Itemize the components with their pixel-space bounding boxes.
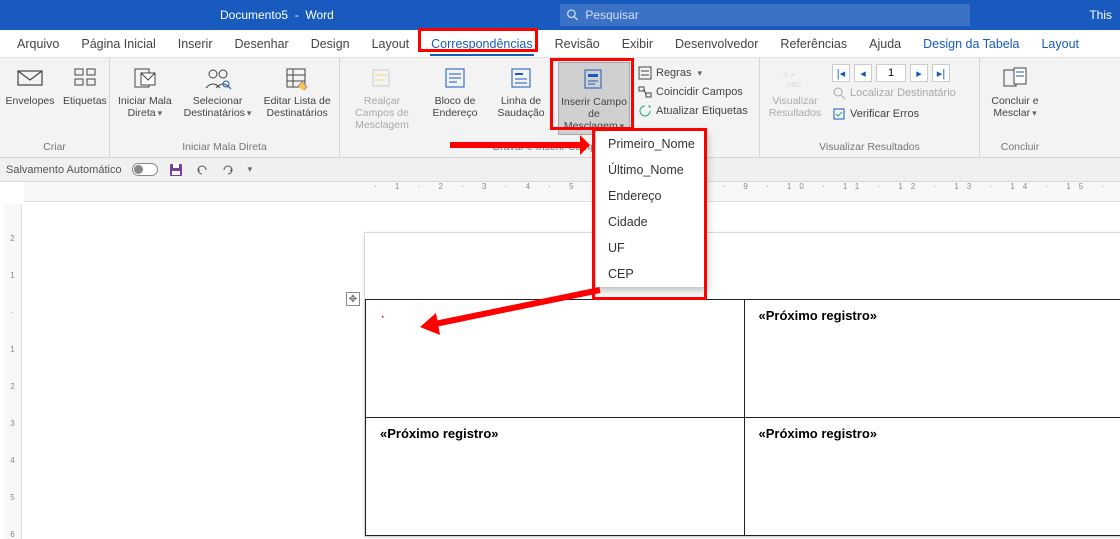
group-label-visualizar: Visualizar Resultados <box>766 141 973 155</box>
table-cell[interactable]: «Próximo registro» <box>744 300 1120 418</box>
tab-design[interactable]: Design <box>302 33 359 55</box>
svg-text:ABC: ABC <box>787 82 801 89</box>
concluir-mesclar-button[interactable]: Concluir e Mesclar▾ <box>986 62 1044 121</box>
tab-exibir[interactable]: Exibir <box>613 33 662 55</box>
redo-icon[interactable] <box>220 162 236 178</box>
insert-merge-field-icon <box>580 65 608 93</box>
ribbon: Envelopes Etiquetas Criar Iniciar Mala D… <box>0 58 1120 158</box>
dropdown-item[interactable]: Último_Nome <box>596 157 704 183</box>
merge-field-dropdown: Primeiro_Nome Último_Nome Endereço Cidad… <box>595 130 705 288</box>
preview-results-icon: « » ABC <box>781 64 809 92</box>
tab-layout[interactable]: Layout <box>363 33 419 55</box>
qat-more-icon[interactable]: ▾ <box>248 164 253 175</box>
record-number-input[interactable] <box>876 64 906 82</box>
search-box[interactable] <box>560 4 970 26</box>
greeting-line-icon <box>507 64 535 92</box>
dropdown-item[interactable]: Primeiro_Nome <box>596 131 704 157</box>
search-icon <box>566 8 579 22</box>
title-right-text: This <box>1089 8 1112 22</box>
horizontal-ruler: · 1 · 2 · 3 · 4 · 5 · 6 · 7 · 8 · 9 · 10… <box>24 182 1120 202</box>
tab-revisao[interactable]: Revisão <box>546 33 609 55</box>
tab-arquivo[interactable]: Arquivo <box>8 33 68 55</box>
dropdown-item[interactable]: CEP <box>596 261 704 287</box>
envelope-icon <box>16 64 44 92</box>
save-icon[interactable] <box>168 162 184 178</box>
address-block-icon <box>441 64 469 92</box>
first-record-button[interactable]: |◂ <box>832 64 850 82</box>
etiquetas-button[interactable]: Etiquetas <box>62 62 108 109</box>
iniciar-mala-direta-button[interactable]: Iniciar Mala Direta▾ <box>116 62 174 121</box>
search-input[interactable] <box>585 8 964 22</box>
atualizar-etiquetas-button[interactable]: Atualizar Etiquetas <box>638 104 748 118</box>
page: · «Próximo registro» «Próximo registro» … <box>364 232 1120 537</box>
recipients-icon <box>204 64 232 92</box>
tab-pagina-inicial[interactable]: Página Inicial <box>72 33 164 55</box>
group-concluir: Concluir e Mesclar▾ Concluir <box>980 58 1060 157</box>
undo-icon[interactable] <box>194 162 210 178</box>
finish-merge-icon <box>1001 64 1029 92</box>
group-visualizar: « » ABC Visualizar Resultados |◂ ◂ ▸ ▸| L… <box>760 58 980 157</box>
autosave-label: Salvamento Automático <box>6 164 122 176</box>
match-fields-icon <box>638 85 652 99</box>
highlight-fields-icon <box>368 64 396 92</box>
labels-table: · «Próximo registro» «Próximo registro» … <box>365 299 1120 536</box>
next-record-button[interactable]: ▸ <box>910 64 928 82</box>
dropdown-item[interactable]: Endereço <box>596 183 704 209</box>
document-title: Documento5 - Word <box>220 8 334 22</box>
tab-design-tabela[interactable]: Design da Tabela <box>914 33 1028 55</box>
table-row: «Próximo registro» «Próximo registro» <box>366 418 1120 536</box>
find-recipient-icon <box>832 86 846 100</box>
rules-icon <box>638 66 652 80</box>
table-row: · «Próximo registro» <box>366 300 1120 418</box>
mail-merge-icon <box>131 64 159 92</box>
editar-lista-destinatarios-button[interactable]: Editar Lista de Destinatários <box>261 62 333 121</box>
autosave-toggle[interactable] <box>132 163 158 176</box>
group-label-iniciar: Iniciar Mala Direta <box>116 141 333 155</box>
group-label-concluir: Concluir <box>986 141 1054 155</box>
vertical-ruler: 21·123456 <box>4 204 22 539</box>
tab-inserir[interactable]: Inserir <box>169 33 222 55</box>
visualizar-resultados-button: « »ABC Visualizar Resultados <box>766 62 824 121</box>
dropdown-item[interactable]: Cidade <box>596 209 704 235</box>
table-move-handle[interactable]: ✥ <box>346 292 360 306</box>
linha-saudacao-button[interactable]: Linha de Saudação <box>492 62 550 121</box>
last-record-button[interactable]: ▸| <box>932 64 950 82</box>
localizar-destinatario-button: Localizar Destinatário <box>832 86 956 100</box>
ribbon-tabs: Arquivo Página Inicial Inserir Desenhar … <box>0 30 1120 58</box>
regras-button[interactable]: Regras▾ <box>638 66 748 80</box>
title-bar: Documento5 - Word This <box>0 0 1120 30</box>
bloco-endereco-button[interactable]: Bloco de Endereço <box>426 62 484 121</box>
labels-icon <box>71 64 99 92</box>
edit-list-icon <box>283 64 311 92</box>
document-area: ✥ · «Próximo registro» «Próximo registro… <box>24 204 1120 539</box>
selecionar-destinatarios-button[interactable]: Selecionar Destinatários▾ <box>182 62 254 121</box>
tab-ajuda[interactable]: Ajuda <box>860 33 910 55</box>
tab-correspondencias[interactable]: Correspondências <box>422 33 541 55</box>
tab-referencias[interactable]: Referências <box>771 33 856 55</box>
coincidir-campos-button[interactable]: Coincidir Campos <box>638 85 748 99</box>
verificar-erros-button[interactable]: Verificar Erros <box>832 107 956 121</box>
tab-desenhar[interactable]: Desenhar <box>225 33 297 55</box>
dropdown-item[interactable]: UF <box>596 235 704 261</box>
tab-layout-tabela[interactable]: Layout <box>1032 33 1088 55</box>
table-cell[interactable]: · <box>366 300 745 418</box>
group-label-criar: Criar <box>6 141 103 155</box>
realcar-campos-button: Realçar Campos de Mesclagem <box>346 62 418 133</box>
svg-text:« »: « » <box>783 69 796 79</box>
check-errors-icon <box>832 107 846 121</box>
inserir-campo-mesclagem-button[interactable]: Inserir Campo de Mesclagem▾ <box>558 62 630 135</box>
update-labels-icon <box>638 104 652 118</box>
table-cell[interactable]: «Próximo registro» <box>366 418 745 536</box>
prev-record-button[interactable]: ◂ <box>854 64 872 82</box>
tab-desenvolvedor[interactable]: Desenvolvedor <box>666 33 767 55</box>
table-cell[interactable]: «Próximo registro» <box>744 418 1120 536</box>
quick-access-toolbar: Salvamento Automático ▾ <box>0 158 1120 182</box>
record-nav: |◂ ◂ ▸ ▸| <box>832 64 956 82</box>
group-criar: Envelopes Etiquetas Criar <box>0 58 110 157</box>
envelopes-button[interactable]: Envelopes <box>6 62 54 109</box>
group-iniciar: Iniciar Mala Direta▾ Selecionar Destinat… <box>110 58 340 157</box>
